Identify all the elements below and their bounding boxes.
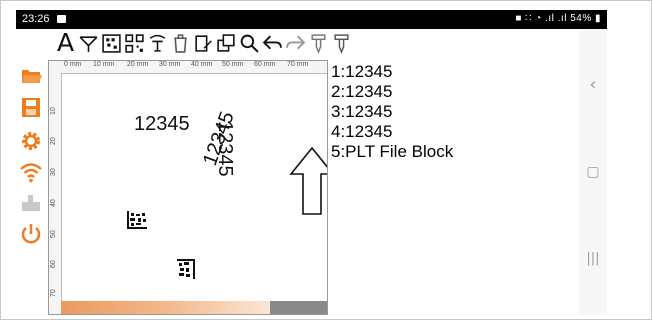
- ruler-label: 50: [50, 230, 57, 238]
- datamatrix-code[interactable]: [177, 259, 195, 279]
- canvas-text-object[interactable]: 12345: [134, 113, 190, 136]
- horizontal-ruler: 0 mm 10 mm 20 mm 30 mm 40 mm 50 mm 60 mm…: [49, 61, 327, 74]
- open-folder-icon[interactable]: [18, 62, 44, 88]
- toolbar: A: [54, 30, 353, 56]
- zoom-icon[interactable]: [238, 30, 261, 56]
- field-list-item[interactable]: 1:12345: [331, 62, 453, 82]
- home-icon[interactable]: ▢: [579, 164, 607, 180]
- vertical-ruler: 10 20 30 40 50 60 70 80: [49, 73, 62, 314]
- logo-icon[interactable]: [146, 30, 169, 56]
- ruler-label: 40 mm: [191, 61, 213, 68]
- printer-icon[interactable]: [18, 190, 44, 216]
- ruler-label: 30 mm: [159, 61, 181, 68]
- settings-icon[interactable]: [18, 128, 44, 154]
- back-icon[interactable]: ‹: [579, 74, 607, 95]
- ruler-label: 10 mm: [93, 61, 115, 68]
- wifi-icon[interactable]: [18, 159, 44, 185]
- ruler-label: 70 mm: [287, 61, 309, 68]
- redo-icon[interactable]: [284, 30, 307, 56]
- status-time: 23:26: [22, 13, 50, 25]
- ruler-label: 60 mm: [254, 61, 276, 68]
- datamatrix-icon[interactable]: [100, 30, 123, 56]
- left-sidebar: [18, 60, 44, 315]
- barcode-icon[interactable]: [77, 30, 100, 56]
- ruler-label: 10: [50, 107, 57, 115]
- undo-icon[interactable]: [261, 30, 284, 56]
- datamatrix-code[interactable]: [127, 211, 147, 229]
- ruler-label: 40: [50, 199, 57, 207]
- field-list: 1:12345 2:12345 3:12345 4:12345 5:PLT Fi…: [331, 62, 453, 162]
- ruler-label: 20 mm: [127, 61, 149, 68]
- status-indicators: ■ ∷ ◔ .ıl .ıl 54% ▮: [515, 13, 601, 24]
- ruler-label: 60: [50, 260, 57, 268]
- text-tool-label: A: [56, 28, 75, 57]
- status-bar: 23:26 ■ ∷ ◔ .ıl .ıl 54% ▮: [16, 10, 607, 29]
- save-icon[interactable]: [18, 95, 44, 121]
- field-list-item[interactable]: 5:PLT File Block: [331, 142, 453, 162]
- android-navigation-bar: ‹ ▢ |||: [579, 29, 607, 315]
- ruler-label: 30: [50, 168, 57, 176]
- up-arrow-graphic[interactable]: [289, 146, 328, 216]
- label-preview-strip: [61, 301, 327, 314]
- print-head-alt-icon[interactable]: [330, 30, 353, 56]
- ruler-label: 0 mm: [64, 61, 82, 68]
- ruler-label: 20: [50, 137, 57, 145]
- field-list-item[interactable]: 4:12345: [331, 122, 453, 142]
- print-head-icon[interactable]: [307, 30, 330, 56]
- ruler-label: 50 mm: [222, 61, 244, 68]
- label-canvas[interactable]: 0 mm 10 mm 20 mm 30 mm 40 mm 50 mm 60 mm…: [48, 60, 328, 315]
- recent-apps-icon[interactable]: |||: [579, 251, 607, 266]
- power-icon[interactable]: [18, 221, 44, 247]
- field-list-item[interactable]: 3:12345: [331, 102, 453, 122]
- qrcode-icon[interactable]: [123, 30, 146, 56]
- ruler-label: 70: [50, 289, 57, 297]
- text-icon[interactable]: A: [54, 30, 77, 56]
- edit-icon[interactable]: [192, 30, 215, 56]
- duplicate-icon[interactable]: [215, 30, 238, 56]
- field-list-item[interactable]: 2:12345: [331, 82, 453, 102]
- phone-screen: 23:26 ■ ∷ ◔ .ıl .ıl 54% ▮ A 0 mm 10 mm 2…: [16, 10, 607, 315]
- delete-icon[interactable]: [169, 30, 192, 56]
- gallery-notification-icon: [57, 15, 66, 23]
